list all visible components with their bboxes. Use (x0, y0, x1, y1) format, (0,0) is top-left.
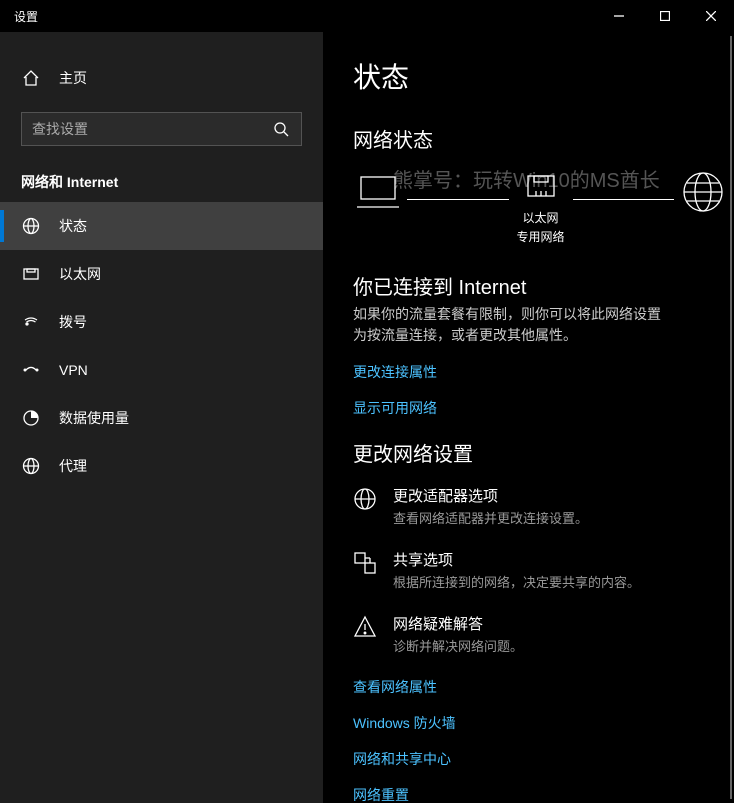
option-troubleshoot[interactable]: 网络疑难解答 诊断并解决网络问题。 (353, 613, 693, 655)
maximize-button[interactable] (642, 0, 688, 32)
titlebar: 设置 (0, 0, 734, 32)
option-title: 网络疑难解答 (393, 613, 523, 634)
ethernet-icon (21, 264, 41, 284)
sharing-icon (353, 551, 377, 575)
connected-description: 如果你的流量套餐有限制，则你可以将此网络设置为按流量连接，或者更改其他属性。 (353, 304, 673, 346)
proxy-icon (21, 456, 41, 476)
sidebar-item-status[interactable]: 状态 (0, 202, 323, 250)
warning-icon (353, 615, 377, 639)
option-desc: 查看网络适配器并更改连接设置。 (393, 508, 588, 527)
diagram-ethernet-label: 以太网 (523, 209, 559, 226)
sidebar-item-label: VPN (59, 362, 88, 378)
sidebar-item-label: 状态 (59, 216, 87, 236)
option-title: 更改适配器选项 (393, 485, 588, 506)
link-change-connection-properties[interactable]: 更改连接属性 (353, 362, 724, 382)
option-desc: 诊断并解决网络问题。 (393, 636, 523, 655)
option-adapter[interactable]: 更改适配器选项 查看网络适配器并更改连接设置。 (353, 485, 693, 527)
adapter-icon (353, 487, 377, 511)
connected-heading: 你已连接到 Internet (353, 271, 724, 300)
diagram-network-type: 专用网络 (517, 228, 565, 245)
computer-icon (357, 173, 399, 211)
sidebar-item-datausage[interactable]: 数据使用量 (0, 394, 323, 442)
sidebar-item-vpn[interactable]: VPN (0, 346, 323, 394)
data-usage-icon (21, 408, 41, 428)
main-content: 状态 网络状态 熊掌号：玩转Win10的MS酋长 以太网 专用网络 (323, 32, 734, 803)
sidebar-section-title: 网络和 Internet (0, 158, 323, 202)
sidebar-item-dialup[interactable]: 拨号 (0, 298, 323, 346)
home-label: 主页 (59, 68, 87, 88)
sidebar-item-label: 以太网 (59, 264, 101, 284)
link-windows-firewall[interactable]: Windows 防火墙 (353, 713, 724, 733)
option-sharing[interactable]: 共享选项 根据所连接到的网络，决定要共享的内容。 (353, 549, 693, 591)
option-desc: 根据所连接到的网络，决定要共享的内容。 (393, 572, 640, 591)
dialup-icon (21, 312, 41, 332)
sidebar-item-label: 拨号 (59, 312, 87, 332)
link-network-sharing-center[interactable]: 网络和共享中心 (353, 749, 724, 769)
sidebar-item-label: 数据使用量 (59, 408, 129, 428)
minimize-button[interactable] (596, 0, 642, 32)
globe-large-icon (682, 171, 724, 213)
network-diagram: 以太网 专用网络 (357, 171, 724, 247)
scrollbar[interactable] (730, 36, 732, 799)
window-title: 设置 (14, 8, 38, 25)
sidebar-item-label: 代理 (59, 456, 87, 476)
link-network-properties[interactable]: 查看网络属性 (353, 677, 724, 697)
link-show-available-networks[interactable]: 显示可用网络 (353, 398, 724, 418)
link-network-reset[interactable]: 网络重置 (353, 785, 724, 803)
ethernet-port-icon (526, 173, 556, 203)
close-button[interactable] (688, 0, 734, 32)
section-heading-change-settings: 更改网络设置 (353, 438, 724, 467)
option-title: 共享选项 (393, 549, 640, 570)
page-title: 状态 (353, 56, 724, 96)
home-button[interactable]: 主页 (0, 54, 323, 102)
home-icon (21, 68, 41, 88)
search-field[interactable] (32, 121, 271, 137)
sidebar: 主页 网络和 Internet 状态 以太网 (0, 32, 323, 803)
sidebar-item-proxy[interactable]: 代理 (0, 442, 323, 490)
globe-icon (21, 216, 41, 236)
sidebar-item-ethernet[interactable]: 以太网 (0, 250, 323, 298)
search-icon (271, 119, 291, 139)
section-heading-network-status: 网络状态 (353, 124, 724, 153)
vpn-icon (21, 360, 41, 380)
search-input[interactable] (21, 112, 302, 146)
